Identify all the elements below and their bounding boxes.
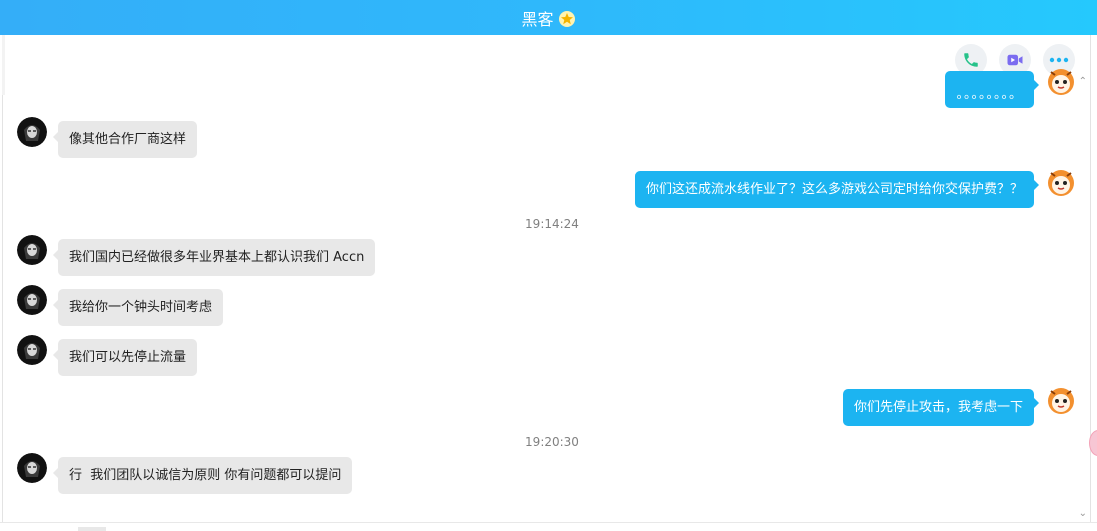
message-bubble-left[interactable]: 像其他合作厂商这样 xyxy=(52,121,198,158)
message-timestamp: 19:14:24 xyxy=(525,217,579,231)
scroll-up-icon[interactable]: ⌃ xyxy=(1079,76,1087,87)
message-bubble-right[interactable]: 你们这还成流水线作业了？这么多游戏公司定时给你交保护费？？ xyxy=(634,171,1040,208)
message-bubble-left[interactable]: 我们可以先停止流量 xyxy=(52,339,198,376)
hacker-avatar-icon[interactable] xyxy=(17,117,47,147)
hacker-avatar-icon[interactable] xyxy=(17,453,47,483)
message-bubble-left[interactable]: 我给你一个钟头时间考虑 xyxy=(52,289,224,326)
message-bubble-left[interactable]: 行 我们团队以诚信为原则 你有问题都可以提问 xyxy=(52,457,353,494)
message-bubble-right[interactable]: 。。。。。。。。 xyxy=(945,71,1039,108)
hacker-avatar-icon[interactable] xyxy=(17,285,47,315)
message-timestamp: 19:20:30 xyxy=(525,435,579,449)
star-icon[interactable] xyxy=(558,10,576,28)
chat-title: 黑客 xyxy=(521,9,554,29)
message-bubble-left[interactable]: 我们国内已经做很多年业界基本上都认识我们 Accn xyxy=(52,239,376,276)
message-bubble-right[interactable]: 你们先停止攻击，我考虑一下 xyxy=(842,389,1040,426)
tiger-avatar-icon[interactable] xyxy=(1046,167,1076,197)
scroll-down-icon[interactable]: ⌄ xyxy=(1079,508,1087,519)
more-icon xyxy=(1049,57,1069,63)
tiger-avatar-icon[interactable] xyxy=(1046,385,1076,415)
chat-title-bar: 黑客 xyxy=(0,0,1097,35)
phone-icon xyxy=(964,53,978,67)
chat-frame xyxy=(2,35,1091,530)
hacker-avatar-icon[interactable] xyxy=(17,335,47,365)
hacker-avatar-icon[interactable] xyxy=(17,235,47,265)
video-icon xyxy=(1007,54,1023,66)
frame-notch xyxy=(2,35,5,95)
tiger-avatar-icon[interactable] xyxy=(1046,66,1076,96)
input-toolbar-tab[interactable] xyxy=(78,527,106,531)
